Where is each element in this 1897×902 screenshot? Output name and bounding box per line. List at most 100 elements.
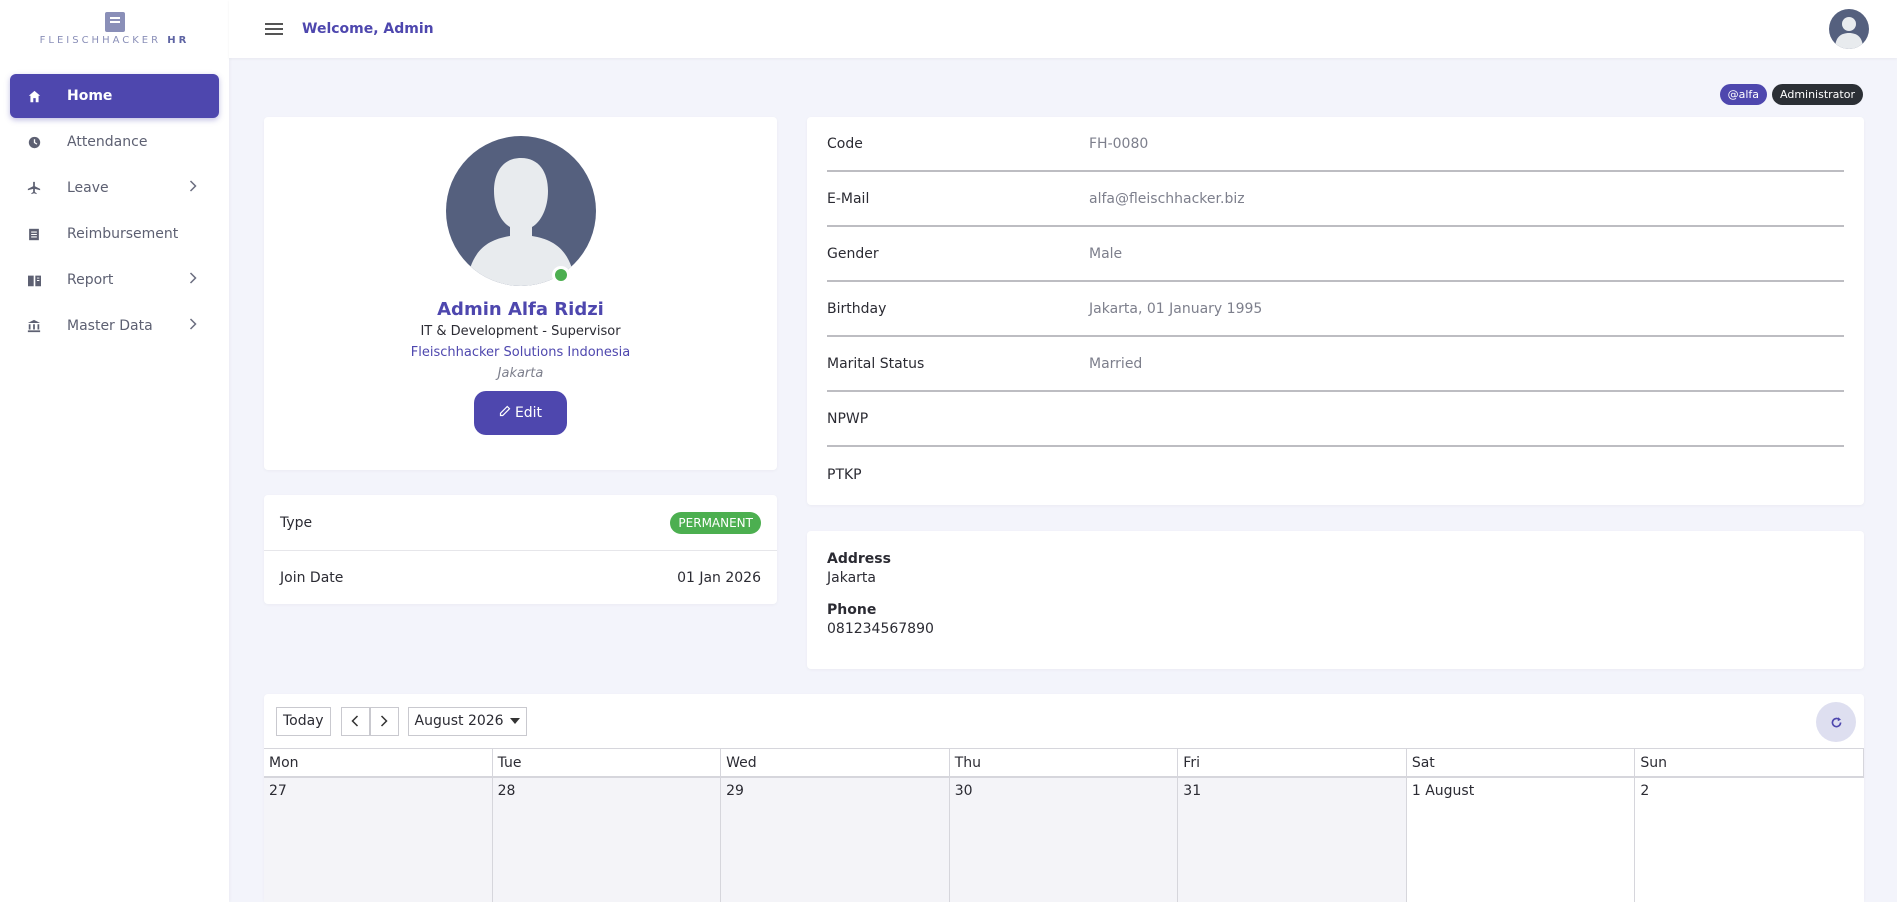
clock-icon xyxy=(24,136,44,149)
employment-type-badge: PERMANENT xyxy=(670,511,761,534)
chevron-right-icon xyxy=(189,180,197,196)
sidebar-item-report[interactable]: Report xyxy=(10,258,219,302)
role-badge: Administrator xyxy=(1772,84,1863,105)
info-row-birthday: Birthday Jakarta, 01 January 1995 xyxy=(827,282,1844,337)
sidebar-item-label: Leave xyxy=(67,180,109,196)
refresh-button[interactable] xyxy=(1816,702,1856,742)
today-button[interactable]: Today xyxy=(276,706,331,736)
sidebar-item-label: Report xyxy=(67,272,114,288)
caret-down-icon xyxy=(509,718,520,724)
sidebar-item-label: Reimbursement xyxy=(67,226,179,242)
calendar-day-cell[interactable]: 2 xyxy=(1635,778,1864,902)
welcome-text: Welcome, Admin xyxy=(302,21,434,37)
month-select-value: August 2026 xyxy=(414,713,504,729)
personal-info-card: Code FH-0080 E-Mail alfa@fleischhacker.biz… xyxy=(807,117,1864,505)
calendar-day-cell[interactable]: 1 August xyxy=(1406,778,1636,902)
calendar-day-cell[interactable]: 29 xyxy=(721,778,950,902)
profile-avatar xyxy=(445,136,596,286)
weekday-header: Sun xyxy=(1635,748,1864,778)
join-date-value: 01 Jan 2026 xyxy=(677,569,761,586)
contact-card: Address Jakarta Phone 081234567890 xyxy=(807,531,1864,669)
user-avatar[interactable] xyxy=(1829,9,1869,49)
home-icon xyxy=(24,90,44,103)
employment-card: Type PERMANENT Join Date 01 Jan 2026 xyxy=(264,495,777,604)
info-label: Birthday xyxy=(827,300,887,317)
logo-mark-icon xyxy=(104,12,125,32)
join-date-label: Join Date xyxy=(280,569,344,586)
phone-label: Phone xyxy=(827,602,877,618)
edit-profile-button[interactable]: Edit xyxy=(474,391,567,435)
bank-icon xyxy=(24,319,44,333)
info-row-gender: Gender Male xyxy=(827,227,1844,282)
calendar-day-cell[interactable]: 31 xyxy=(1178,778,1407,902)
info-label: NPWP xyxy=(827,410,869,427)
logo-word: FLEISCHHACKER xyxy=(39,35,162,46)
sidebar-item-label: Master Data xyxy=(67,318,153,334)
sidebar-nav: Home Attendance Leave Reimbursement Repo… xyxy=(0,58,229,348)
weekday-header: Mon xyxy=(264,748,493,778)
info-label: Marital Status xyxy=(827,355,925,372)
sidebar-item-label: Attendance xyxy=(67,134,148,150)
refresh-icon xyxy=(1831,716,1841,727)
calendar-day-cell[interactable]: 30 xyxy=(949,778,1179,902)
info-label: PTKP xyxy=(827,466,862,483)
info-value: Married xyxy=(1089,355,1143,372)
pencil-icon xyxy=(499,405,511,421)
weekday-header: Thu xyxy=(949,748,1179,778)
sidebar-item-home[interactable]: Home xyxy=(10,74,219,118)
calendar-toolbar: Today August 2026 xyxy=(264,694,1864,748)
sidebar-item-reimbursement[interactable]: Reimbursement xyxy=(10,212,219,256)
menu-toggle-icon[interactable] xyxy=(265,20,283,38)
username-badge: @alfa xyxy=(1719,84,1767,105)
address-label: Address xyxy=(827,551,891,567)
sidebar-item-attendance[interactable]: Attendance xyxy=(10,120,219,164)
info-row-marital-status: Marital Status Married xyxy=(827,337,1844,392)
user-badges: @alfa Administrator xyxy=(1719,84,1863,105)
previous-month-button[interactable] xyxy=(340,706,370,736)
info-row-ptkp: PTKP xyxy=(827,447,1844,502)
plane-icon xyxy=(24,181,44,195)
calendar-nav-group xyxy=(340,706,399,736)
calendar-day-cell[interactable]: 27 xyxy=(264,778,493,902)
chevron-right-icon xyxy=(380,715,388,727)
sidebar-item-label: Home xyxy=(67,88,113,104)
info-row-code: Code FH-0080 xyxy=(827,117,1844,172)
top-bar: Welcome, Admin xyxy=(229,0,1897,58)
info-row-npwp: NPWP xyxy=(827,392,1844,447)
app-logo[interactable]: FLEISCHHACKER HR xyxy=(0,0,229,58)
info-value: alfa@fleischhacker.biz xyxy=(1089,190,1245,207)
join-date-row: Join Date 01 Jan 2026 xyxy=(264,550,777,604)
phone-value: 081234567890 xyxy=(827,621,934,637)
profile-company: Fleischhacker Solutions Indonesia xyxy=(410,345,631,360)
chevron-left-icon xyxy=(351,715,359,727)
profile-card: Admin Alfa Ridzi IT & Development - Supe… xyxy=(264,117,777,470)
profile-city: Jakarta xyxy=(497,366,544,381)
sidebar-item-leave[interactable]: Leave xyxy=(10,166,219,210)
type-row: Type PERMANENT xyxy=(264,495,777,550)
info-row-email: E-Mail alfa@fleischhacker.biz xyxy=(827,172,1844,227)
address-value: Jakarta xyxy=(827,570,876,586)
edit-button-label: Edit xyxy=(514,405,543,421)
sidebar: FLEISCHHACKER HR Home Attendance Leave R… xyxy=(0,0,229,902)
chevron-right-icon xyxy=(189,272,197,288)
info-label: E-Mail xyxy=(827,190,870,207)
type-label: Type xyxy=(280,514,313,531)
sidebar-item-master-data[interactable]: Master Data xyxy=(10,304,219,348)
logo-suffix: HR xyxy=(167,35,190,46)
calendar-grid: Mon Tue Wed Thu Fri Sat Sun 27 28 29 30 … xyxy=(264,748,1864,902)
online-status-dot xyxy=(552,266,570,284)
info-value: Jakarta, 01 January 1995 xyxy=(1089,300,1263,317)
info-label: Code xyxy=(827,135,863,152)
profile-position: IT & Development - Supervisor xyxy=(420,324,621,339)
weekday-header: Fri xyxy=(1178,748,1407,778)
profile-name: Admin Alfa Ridzi xyxy=(437,299,604,320)
weekday-header: Tue xyxy=(492,748,722,778)
calendar-day-cell[interactable]: 28 xyxy=(492,778,722,902)
chevron-right-icon xyxy=(189,318,197,334)
month-select[interactable]: August 2026 xyxy=(407,706,527,736)
weekday-header: Wed xyxy=(721,748,950,778)
next-month-button[interactable] xyxy=(369,706,399,736)
info-value: FH-0080 xyxy=(1089,135,1149,152)
info-value: Male xyxy=(1089,245,1123,262)
weekday-header: Sat xyxy=(1406,748,1636,778)
